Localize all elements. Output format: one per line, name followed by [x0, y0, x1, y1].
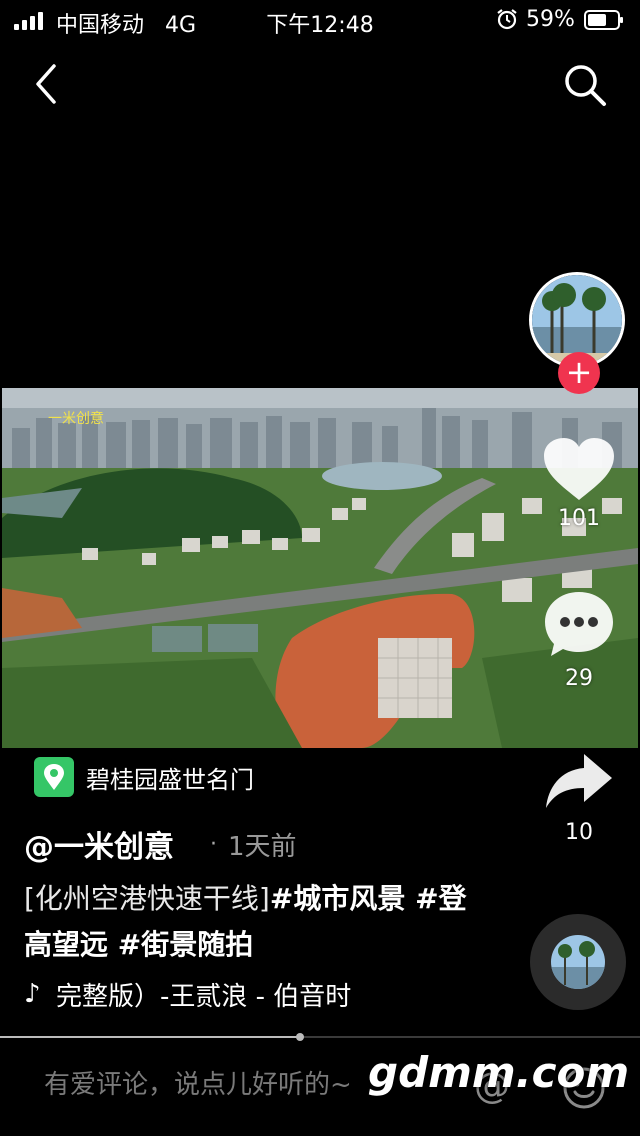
share-arrow-icon [546, 754, 612, 808]
battery-icon [584, 10, 623, 30]
location-pin-icon [34, 757, 74, 797]
comment-action[interactable]: 29 [536, 590, 622, 691]
music-disc-cover [551, 935, 605, 989]
progress-fill [0, 1036, 301, 1038]
heart-icon [544, 438, 614, 500]
post-caption[interactable]: [化州空港快速干线]#城市风景 #登高望远 #街景随拍 [24, 876, 484, 968]
music-title: 完整版）-王贰浪 - 伯音时 [56, 981, 352, 1012]
post-time: 1天前 [228, 832, 297, 862]
music-note-icon: ♪ [24, 979, 41, 1009]
like-count: 101 [558, 506, 600, 531]
share-count: 10 [565, 820, 593, 845]
follow-button[interactable]: + [558, 352, 600, 394]
chevron-left-icon[interactable] [28, 60, 68, 108]
video-progress[interactable] [0, 1033, 640, 1041]
video-watermark: 一米创意 [48, 411, 104, 427]
music-disc[interactable] [530, 914, 626, 1010]
music-info[interactable]: ♪ 完整版）-王贰浪 - 伯音时 [24, 974, 412, 1014]
location-tag[interactable]: 碧桂园盛世名门 [34, 756, 254, 798]
site-watermark: gdmm.com [368, 1048, 630, 1097]
battery-percent: 59% [526, 7, 575, 32]
caption-text: [化州空港快速干线] [24, 882, 270, 915]
comment-count: 29 [565, 666, 593, 691]
status-bar: 中国移动 4G 下午12:48 59% [0, 0, 640, 40]
location-name: 碧桂园盛世名门 [86, 765, 254, 794]
share-action[interactable]: 10 [536, 752, 622, 845]
search-icon[interactable] [560, 60, 610, 110]
author-name[interactable]: @一米创意 [24, 822, 174, 866]
comment-input[interactable] [44, 1070, 424, 1100]
alarm-clock-icon [497, 9, 517, 30]
separator-dot: · [210, 832, 217, 857]
comment-bubble-icon [545, 592, 613, 656]
like-action[interactable]: 101 [536, 436, 622, 531]
